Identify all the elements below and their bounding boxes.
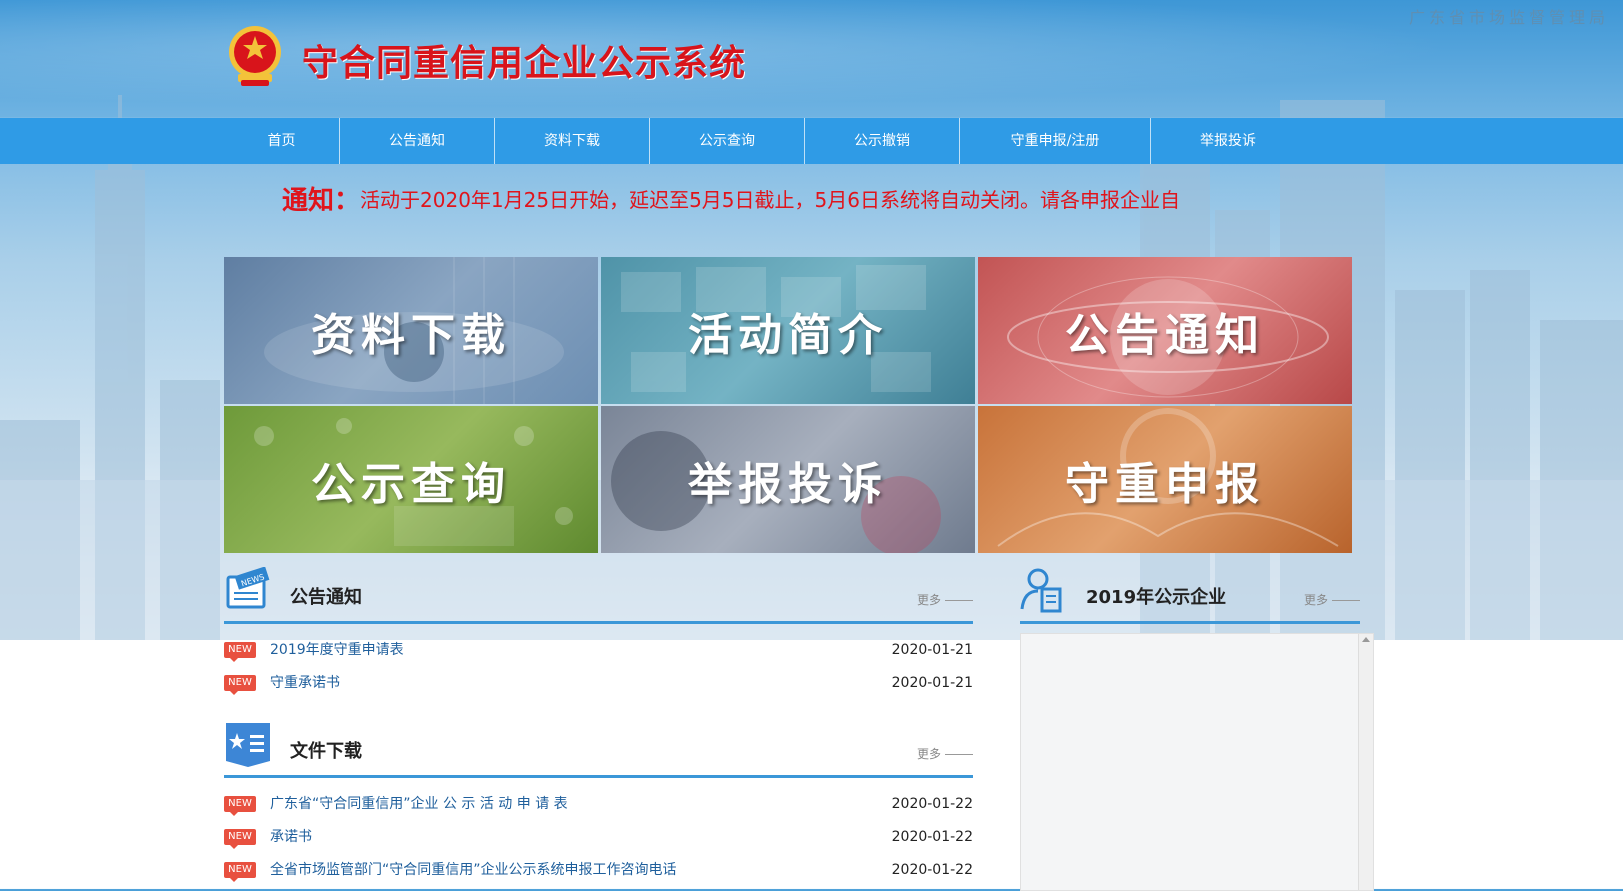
national-emblem-logo[interactable]: [224, 22, 286, 88]
tile-announcements[interactable]: 公告通知: [978, 257, 1352, 404]
list-item[interactable]: NEW 守重承诺书 2020-01-21: [224, 667, 973, 700]
panel-title: 2019年公示企业: [1086, 587, 1227, 608]
companies-panel: 2019年公示企业 更多: [1020, 563, 1360, 624]
list-item[interactable]: NEW 全省市场监管部门“守合同重信用”企业公示系统申报工作咨询电话 2020-…: [224, 854, 973, 887]
item-title[interactable]: 广东省“守合同重信用”企业 公 示 活 动 申 请 表: [270, 788, 568, 821]
panel-header: 2019年公示企业 更多: [1020, 563, 1360, 624]
nav-item-public-query[interactable]: 公示查询: [650, 118, 805, 164]
list-item[interactable]: NEW 承诺书 2020-01-22: [224, 821, 973, 854]
scroll-up-arrow-icon[interactable]: [1362, 637, 1370, 642]
nav-item-complaints[interactable]: 举报投诉: [1151, 118, 1305, 164]
new-badge: NEW: [224, 675, 256, 695]
item-date: 2020-01-21: [891, 675, 973, 691]
companies-list-box[interactable]: [1020, 633, 1374, 891]
more-link[interactable]: 更多: [1304, 591, 1360, 608]
list-item[interactable]: NEW 2019年度守重申请表 2020-01-21: [224, 634, 973, 667]
item-title[interactable]: 2019年度守重申请表: [270, 634, 404, 667]
panel-header: NEWS 公告通知 更多: [224, 563, 973, 624]
tile-label: 活动简介: [688, 309, 888, 361]
item-title[interactable]: 承诺书: [270, 821, 312, 854]
nav-item-home[interactable]: 首页: [224, 118, 340, 164]
panel-header: 文件下载 更多: [224, 717, 973, 778]
item-title[interactable]: 全省市场监管部门“守合同重信用”企业公示系统申报工作咨询电话: [270, 854, 677, 887]
main-navigation: 首页 公告通知 资料下载 公示查询 公示撤销 守重申报/注册 举报投诉: [0, 118, 1623, 164]
new-badge: NEW: [224, 862, 256, 882]
scrollbar[interactable]: [1358, 634, 1373, 890]
agency-name: 广东省市场监督管理局: [1408, 8, 1609, 27]
item-title[interactable]: 守重承诺书: [270, 667, 340, 700]
nav-item-downloads[interactable]: 资料下载: [495, 118, 650, 164]
tile-label: 公示查询: [311, 458, 511, 510]
item-date: 2020-01-22: [891, 862, 973, 878]
site-title[interactable]: 守合同重信用企业公示系统: [302, 34, 746, 86]
announcement-list: NEW 2019年度守重申请表 2020-01-21 NEW 守重承诺书 202…: [224, 634, 973, 700]
nav-item-announcements[interactable]: 公告通知: [340, 118, 495, 164]
list-item[interactable]: NEW 广东省“守合同重信用”企业 公 示 活 动 申 请 表 2020-01-…: [224, 788, 973, 821]
downloads-panel: 文件下载 更多 NEW 广东省“守合同重信用”企业 公 示 活 动 申 请 表 …: [224, 717, 973, 887]
tile-report-complaint[interactable]: 举报投诉: [601, 406, 975, 553]
tile-public-query[interactable]: 公示查询: [224, 406, 598, 553]
new-badge: NEW: [224, 796, 256, 816]
new-badge: NEW: [224, 829, 256, 849]
nav-item-apply-register[interactable]: 守重申报/注册: [960, 118, 1151, 164]
item-date: 2020-01-22: [891, 829, 973, 845]
news-icon: NEWS: [226, 567, 270, 609]
more-link[interactable]: 更多: [917, 591, 973, 608]
nav-item-revocation[interactable]: 公示撤销: [805, 118, 960, 164]
tile-activity-intro[interactable]: 活动简介: [601, 257, 975, 404]
tile-label: 举报投诉: [688, 458, 888, 510]
tile-apply[interactable]: 守重申报: [978, 406, 1352, 553]
item-date: 2020-01-22: [891, 796, 973, 812]
bookmark-document-icon: [226, 723, 270, 767]
announcements-panel: NEWS 公告通知 更多 NEW 2019年度守重申请表 2020-01-21 …: [224, 563, 973, 700]
download-list: NEW 广东省“守合同重信用”企业 公 示 活 动 申 请 表 2020-01-…: [224, 788, 973, 887]
notice-marquee: 通知：活动于2020年1月25日开始，延迟至5月5日截止，5月6日系统将自动关闭…: [282, 180, 1232, 220]
panel-title: 公告通知: [290, 587, 362, 608]
notice-label: 通知：: [282, 186, 361, 216]
more-link[interactable]: 更多: [917, 745, 973, 762]
user-document-icon: [1020, 568, 1062, 613]
tile-label: 守重申报: [1065, 458, 1265, 510]
tile-label: 资料下载: [311, 309, 511, 361]
panel-title: 文件下载: [290, 741, 362, 762]
item-date: 2020-01-21: [891, 642, 973, 658]
feature-tiles: 资料下载 活动简介 公告通知 公示查询 举报投诉 守重申报: [224, 257, 1352, 553]
notice-text[interactable]: 活动于2020年1月25日开始，延迟至5月5日截止，5月6日系统将自动关闭。请各…: [360, 188, 1180, 212]
tile-data-download[interactable]: 资料下载: [224, 257, 598, 404]
new-badge: NEW: [224, 642, 256, 662]
tile-label: 公告通知: [1065, 309, 1265, 361]
